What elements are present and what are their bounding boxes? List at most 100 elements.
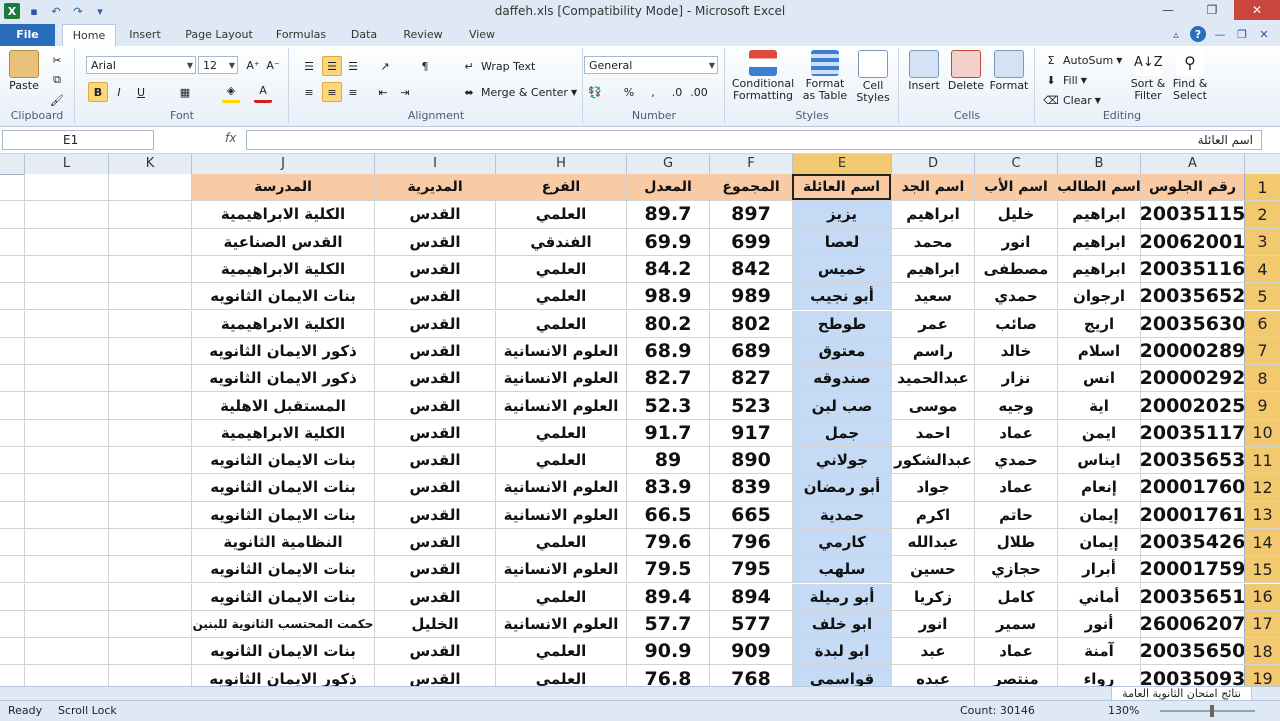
paste-button[interactable]: Paste	[6, 50, 42, 92]
number-format-combo[interactable]: General ▼	[584, 56, 718, 74]
shrink-font-button[interactable]: A⁻	[264, 55, 282, 75]
format-cells-button[interactable]: Format	[988, 50, 1030, 92]
cell-f[interactable]: 909	[709, 638, 792, 665]
grow-font-button[interactable]: A⁺	[244, 55, 262, 75]
cell-e[interactable]: قواسمي	[792, 665, 891, 686]
cell-b[interactable]: ايناس	[1057, 447, 1140, 474]
cell-l[interactable]	[24, 392, 108, 419]
cell-d[interactable]: عبده	[891, 665, 974, 686]
cell-e[interactable]: أبو نجيب	[792, 283, 891, 310]
cell-c[interactable]: حمدي	[974, 283, 1057, 310]
cell-g[interactable]: 89.7	[626, 201, 709, 228]
delete-cells-button[interactable]: Delete	[946, 50, 986, 92]
cell-b[interactable]: ابراهيم	[1057, 228, 1140, 255]
cell-i[interactable]: القدس	[374, 255, 495, 283]
tab-view[interactable]: View	[460, 24, 504, 46]
cell-d[interactable]: انور	[891, 610, 974, 638]
cell-l[interactable]	[24, 556, 108, 583]
cell-a[interactable]: 20000292	[1140, 365, 1244, 392]
cell-a[interactable]: 20000289	[1140, 337, 1244, 365]
cell-k[interactable]	[108, 228, 191, 255]
cell-h[interactable]: العلمي	[495, 201, 626, 228]
font-name-combo[interactable]: Arial ▼	[86, 56, 196, 74]
cell-f[interactable]: 839	[709, 474, 792, 501]
header-branch[interactable]: الفرع	[495, 174, 626, 201]
cell-f[interactable]: 894	[709, 583, 792, 610]
cell-b[interactable]: إيمان	[1057, 501, 1140, 528]
cell-j[interactable]: الكلية الابراهيمية	[191, 419, 374, 446]
name-box[interactable]: E1	[2, 130, 154, 150]
cell-k[interactable]	[108, 583, 191, 610]
header-school[interactable]: المدرسة	[191, 174, 374, 201]
cell-f[interactable]: 665	[709, 501, 792, 528]
copy-button[interactable]: ⧉	[48, 70, 66, 90]
cell-g[interactable]: 84.2	[626, 255, 709, 283]
row-header[interactable]: 14	[1244, 528, 1280, 556]
cell-g[interactable]: 82.7	[626, 365, 709, 392]
cell-f[interactable]: 802	[709, 310, 792, 337]
cell-l[interactable]	[24, 528, 108, 556]
cell-c[interactable]: عماد	[974, 419, 1057, 446]
cell-h[interactable]: العلمي	[495, 528, 626, 556]
cell-l[interactable]	[24, 365, 108, 392]
select-all-button[interactable]	[0, 154, 24, 174]
find-select-button[interactable]: ⚲ Find & Select	[1170, 50, 1210, 102]
cell-k1[interactable]	[108, 174, 191, 201]
align-left-button[interactable]: ≡	[300, 82, 318, 102]
cell-i[interactable]: الخليل	[374, 610, 495, 638]
row-header[interactable]: 7	[1244, 337, 1280, 365]
bottom-align-button[interactable]: ☰	[344, 56, 362, 76]
row-header[interactable]: 8	[1244, 365, 1280, 392]
cell-e[interactable]: كارمي	[792, 528, 891, 556]
cell-c[interactable]: مصطفى	[974, 255, 1057, 283]
cell-d[interactable]: حسين	[891, 556, 974, 583]
cell-j[interactable]: بنات الايمان الثانويه	[191, 583, 374, 610]
cell-k[interactable]	[108, 447, 191, 474]
cell-e[interactable]: جمل	[792, 419, 891, 446]
format-as-table-button[interactable]: Format as Table	[800, 50, 850, 102]
cell-f[interactable]: 842	[709, 255, 792, 283]
cell-a[interactable]: 20035651	[1140, 583, 1244, 610]
cell-i[interactable]: القدس	[374, 337, 495, 365]
cell-e[interactable]: أبو رميلة	[792, 583, 891, 610]
cell-k[interactable]	[108, 528, 191, 556]
insert-function-button[interactable]: fx	[225, 131, 236, 145]
cell-e[interactable]: أبو رمضان	[792, 474, 891, 501]
cell-l[interactable]	[24, 665, 108, 686]
column-header-a[interactable]: A	[1140, 154, 1244, 174]
cell-b[interactable]: أنور	[1057, 610, 1140, 638]
cell-c[interactable]: كامل	[974, 583, 1057, 610]
cell-l[interactable]	[24, 255, 108, 283]
sheet-grid[interactable]: المدرسة المديرية الفرع المعدل المجموع اس…	[0, 174, 1280, 686]
cell-b[interactable]: اية	[1057, 392, 1140, 419]
help-icon[interactable]: ?	[1190, 26, 1206, 42]
cell-k[interactable]	[108, 365, 191, 392]
cell-d[interactable]: راسم	[891, 337, 974, 365]
cell-b[interactable]: آمنة	[1057, 638, 1140, 665]
cell-l1[interactable]	[24, 174, 108, 201]
cell-a[interactable]: 20002025	[1140, 392, 1244, 419]
cell-k[interactable]	[108, 665, 191, 686]
cell-b[interactable]: ابراهيم	[1057, 201, 1140, 228]
cell-l[interactable]	[24, 337, 108, 365]
cell-a[interactable]: 20035116	[1140, 255, 1244, 283]
cell-styles-button[interactable]: Cell Styles	[852, 50, 894, 104]
cell-i[interactable]: القدس	[374, 474, 495, 501]
cell-a[interactable]: 20035650	[1140, 638, 1244, 665]
cell-d[interactable]: عبدالشكور	[891, 447, 974, 474]
cell-k[interactable]	[108, 201, 191, 228]
column-header-d[interactable]: D	[891, 154, 974, 174]
header-average[interactable]: المعدل	[626, 174, 709, 201]
cell-h[interactable]: العلوم الانسانية	[495, 474, 626, 501]
cell-d[interactable]: موسى	[891, 392, 974, 419]
cell-d[interactable]: زكريا	[891, 583, 974, 610]
cell-l[interactable]	[24, 447, 108, 474]
cell-b[interactable]: ابراهيم	[1057, 255, 1140, 283]
decrease-decimal-button[interactable]: .00	[690, 82, 708, 102]
comma-style-button[interactable]: ,	[644, 82, 662, 102]
cell-k[interactable]	[108, 610, 191, 638]
cell-j[interactable]: بنات الايمان الثانويه	[191, 283, 374, 310]
cell-d[interactable]: محمد	[891, 228, 974, 255]
header-grandfather-name[interactable]: اسم الجد	[891, 174, 974, 201]
cell-c[interactable]: حاتم	[974, 501, 1057, 528]
